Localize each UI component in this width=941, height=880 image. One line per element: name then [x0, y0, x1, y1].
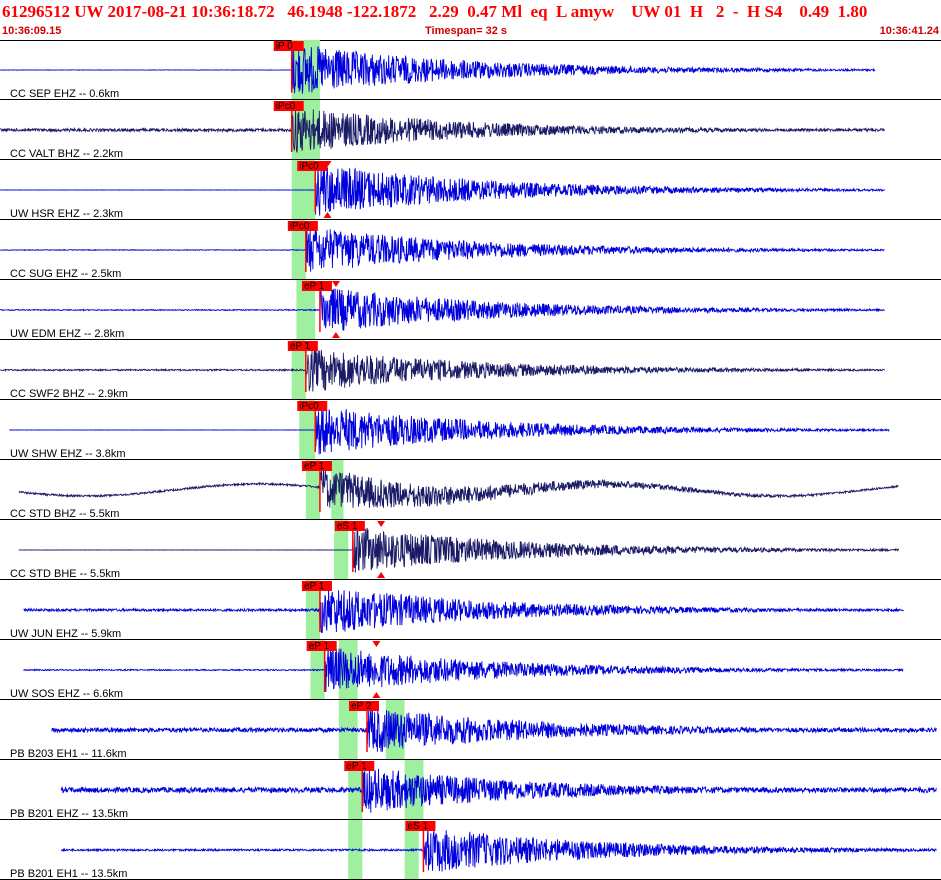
coda-marker-bottom[interactable]: [323, 212, 332, 218]
station-label: UW EDM EHZ -- 2.8km: [10, 328, 124, 340]
station-label: UW SHW EHZ -- 3.8km: [10, 448, 126, 460]
station-label: CC SEP EHZ -- 0.6km: [10, 88, 119, 100]
station-label: CC SUG EHZ -- 2.5km: [10, 268, 121, 280]
station-label: PB B201 EHZ -- 13.5km: [10, 808, 128, 820]
trace-panel[interactable]: eP 1 UW SOS EHZ -- 6.6km: [0, 640, 941, 700]
pick-label: eS 1: [407, 821, 428, 832]
pick-label: iPc0: [299, 401, 319, 412]
timespan-label: Timespan= 32 s: [425, 25, 508, 37]
station-label: CC STD BHE -- 5.5km: [10, 568, 120, 580]
coda-marker-bottom[interactable]: [372, 692, 381, 698]
coda-marker-top[interactable]: [377, 521, 386, 527]
waveform: [0, 45, 876, 94]
waveform: [60, 828, 937, 872]
waveform: [0, 348, 885, 392]
trace-panel[interactable]: iPc0 CC VALT BHZ -- 2.2km: [0, 100, 941, 160]
pick-label: iPc0: [299, 161, 319, 172]
coda-marker-bottom[interactable]: [331, 332, 340, 338]
pick-label: iPc0: [276, 101, 296, 112]
waveform: [23, 647, 904, 692]
station-label: UW JUN EHZ -- 5.9km: [10, 628, 121, 640]
trace-panel[interactable]: eP 1 UW JUN EHZ -- 5.9km: [0, 580, 941, 640]
station-label: CC VALT BHZ -- 2.2km: [10, 148, 123, 160]
station-label: CC SWF2 BHZ -- 2.9km: [10, 388, 128, 400]
pick-label: eP 1: [304, 581, 325, 592]
trace-panel[interactable]: iPc0 CC SUG EHZ -- 2.5km: [0, 220, 941, 280]
trace-panel[interactable]: eP 2 PB B203 EH1 -- 11.6km: [0, 700, 941, 760]
start-time: 10:36:09.15: [2, 25, 62, 37]
waveform: [0, 166, 885, 216]
seismogram-panels[interactable]: iP 0 CC SEP EHZ -- 0.6km iPc0 CC VALT BHZ -…: [0, 40, 941, 880]
trace-panel[interactable]: eP 1 CC SWF2 BHZ -- 2.9km: [0, 340, 941, 400]
trace-panel[interactable]: iPc0 UW SHW EHZ -- 3.8km: [0, 400, 941, 460]
trace-panel[interactable]: eP 1 CC STD BHZ -- 5.5km: [0, 460, 941, 520]
end-time: 10:36:41.24: [879, 25, 939, 37]
trace-panel[interactable]: eS 1 PB B201 EH1 -- 13.5km: [0, 820, 941, 880]
waveform: [18, 527, 900, 573]
pick-label: eP 1: [346, 761, 367, 772]
pick-label: eP 1: [304, 461, 325, 472]
station-label: PB B203 EH1 -- 11.6km: [10, 748, 127, 760]
coda-marker-top[interactable]: [331, 281, 340, 287]
waveform: [51, 707, 937, 752]
trace-panel[interactable]: eS 1 CC STD BHE -- 5.5km: [0, 520, 941, 580]
waveform: [60, 767, 937, 813]
waveform: [18, 467, 899, 508]
pick-label: iP 0: [276, 41, 293, 52]
trace-panel[interactable]: iPc0 UW HSR EHZ -- 2.3km: [0, 160, 941, 220]
event-summary-line: 61296512 UW 2017-08-21 10:36:18.72 46.19…: [2, 2, 868, 21]
station-label: CC STD BHZ -- 5.5km: [10, 508, 119, 520]
coda-marker-top[interactable]: [372, 641, 381, 647]
station-label: UW HSR EHZ -- 2.3km: [10, 208, 123, 220]
trace-panel[interactable]: eP 1 PB B201 EHZ -- 13.5km: [0, 760, 941, 820]
pick-label: iPc0: [290, 221, 310, 232]
coda-marker-bottom[interactable]: [377, 572, 386, 578]
waveform: [23, 587, 904, 633]
event-header: 61296512 UW 2017-08-21 10:36:18.72 46.19…: [0, 0, 941, 41]
time-axis-bar: 10:36:09.15 Timespan= 32 s 10:36:41.24: [0, 25, 941, 39]
waveform: [9, 409, 890, 455]
trace-panel[interactable]: eP 1 UW EDM EHZ -- 2.8km: [0, 280, 941, 340]
station-label: PB B201 EH1 -- 13.5km: [10, 868, 127, 880]
pick-label: eP 1: [309, 641, 330, 652]
waveform: [0, 288, 885, 331]
pick-label: eP 2: [351, 701, 372, 712]
seismogram-canvas[interactable]: iP 0 CC SEP EHZ -- 0.6km iPc0 CC VALT BHZ -…: [0, 40, 941, 880]
pick-label: eP 1: [304, 281, 325, 292]
pick-label: eP 1: [290, 341, 311, 352]
station-label: UW SOS EHZ -- 6.6km: [10, 688, 123, 700]
pick-label: eS 1: [337, 521, 358, 532]
trace-panel[interactable]: iP 0 CC SEP EHZ -- 0.6km: [0, 40, 941, 100]
waveform: [0, 109, 885, 154]
waveform: [0, 229, 885, 272]
